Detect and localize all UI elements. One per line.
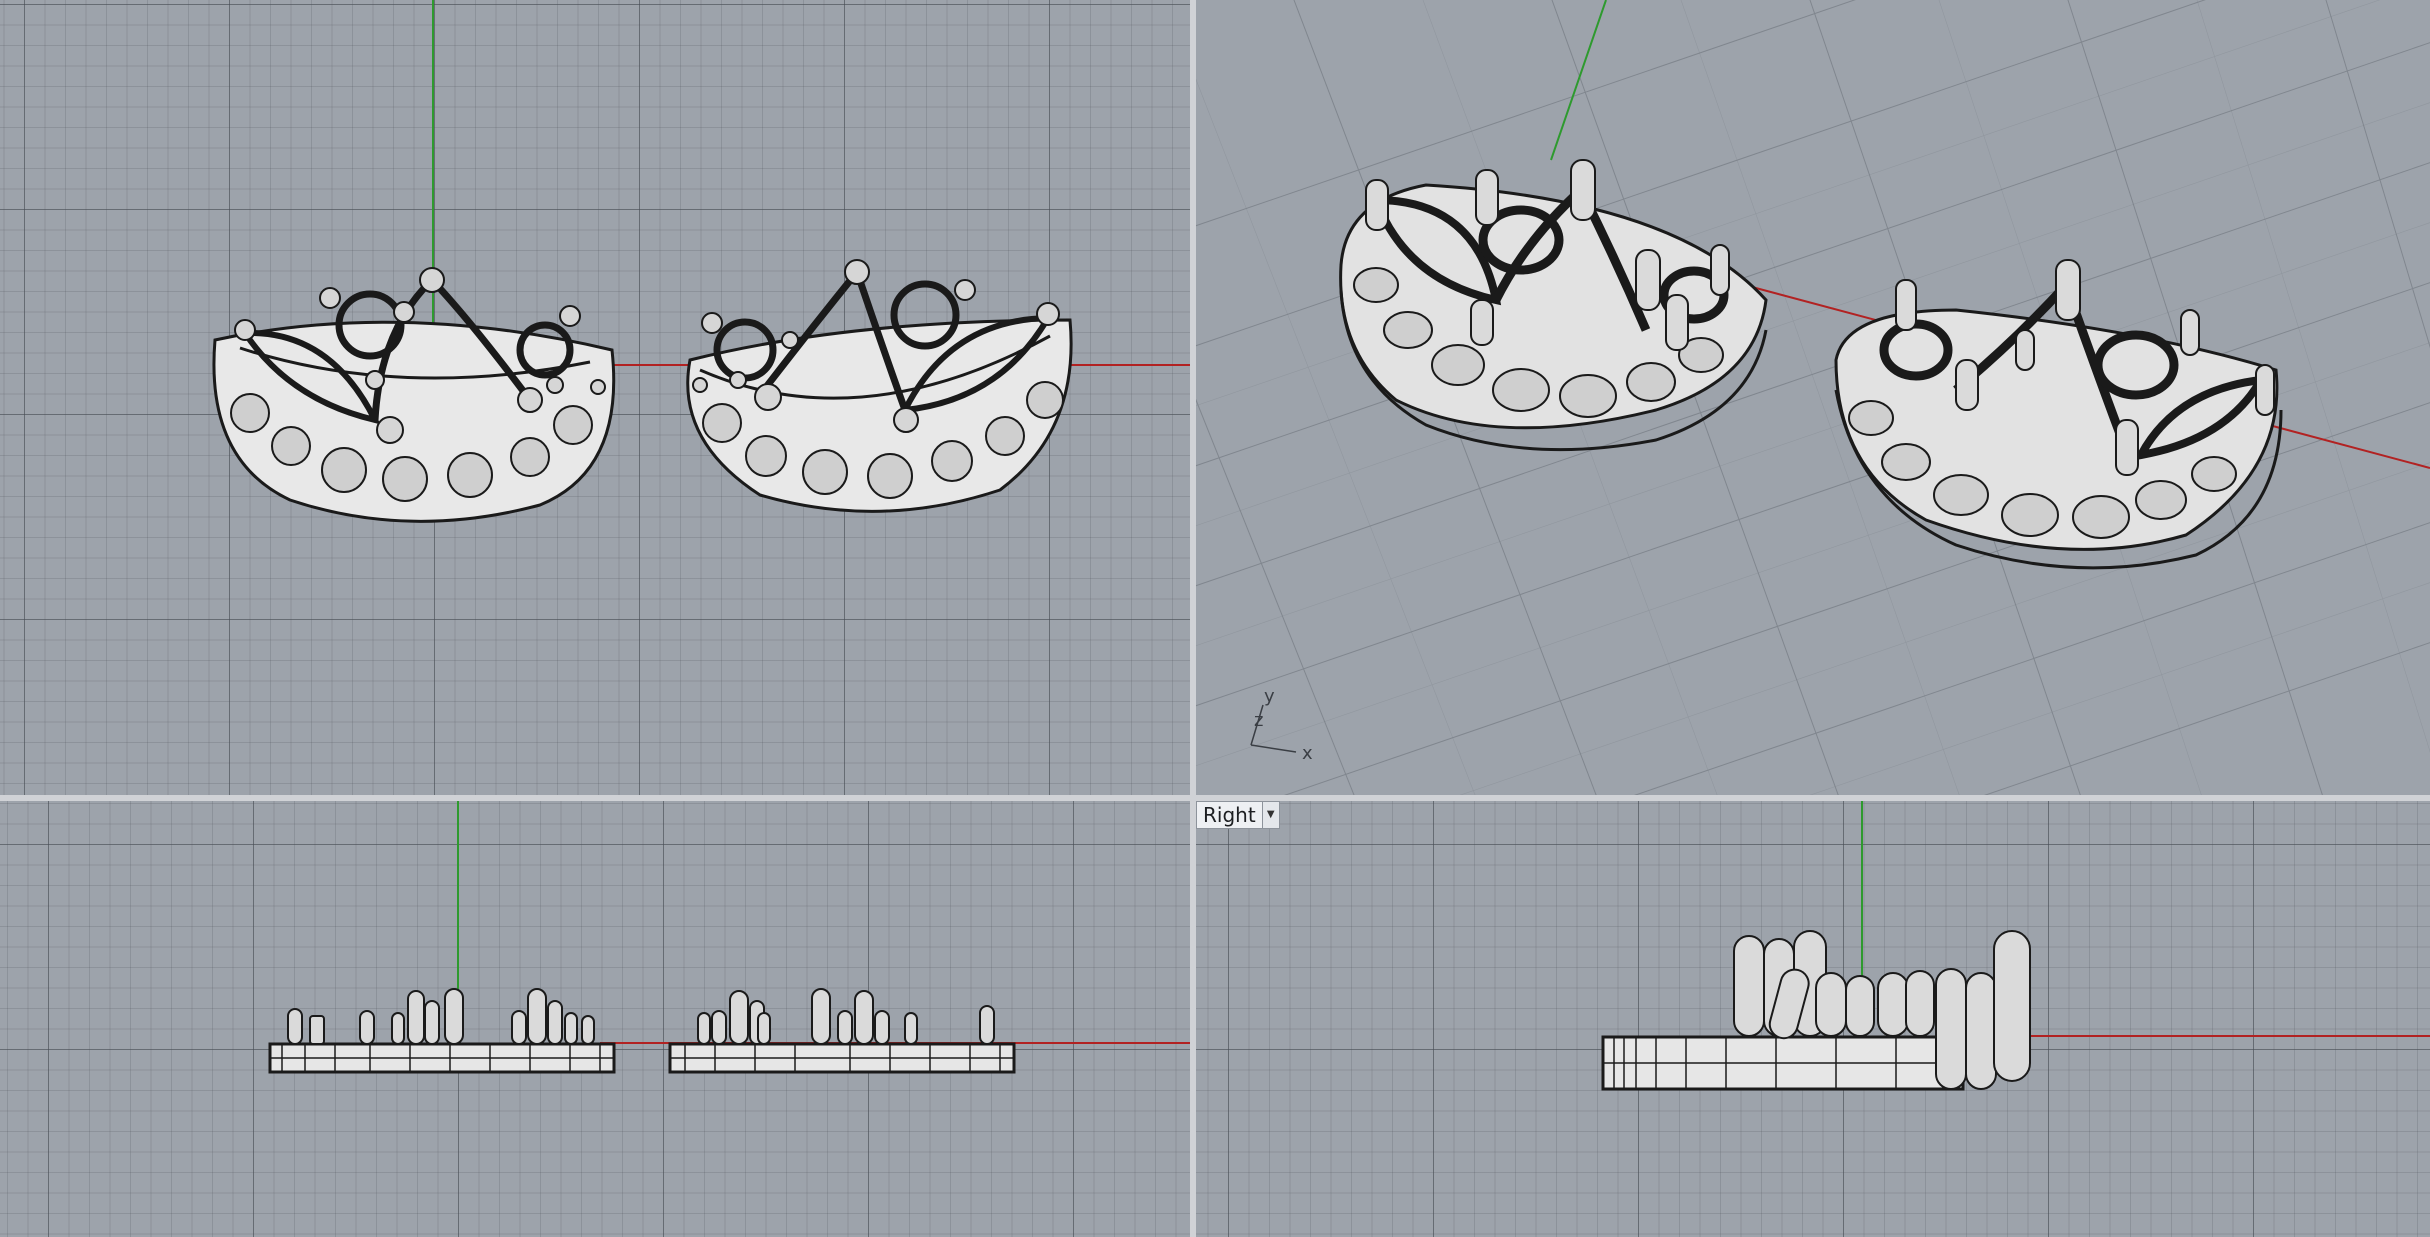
earring-left-front[interactable] — [268, 988, 616, 1074]
axis-triad: x y z — [1250, 686, 1313, 764]
viewport-top[interactable] — [0, 0, 1190, 795]
earring-right-persp[interactable] — [1834, 259, 2283, 570]
top-view-scene — [212, 0, 1190, 523]
earring-left-top[interactable] — [212, 267, 616, 523]
earring-right-front[interactable] — [668, 988, 1016, 1074]
axis-label-x: x — [1302, 743, 1313, 764]
viewport-perspective[interactable]: x y z — [1196, 0, 2430, 795]
axis-label-y: y — [1264, 686, 1275, 707]
earring-right-top[interactable] — [686, 259, 1073, 513]
axis-label-z: z — [1254, 710, 1263, 731]
viewport-front[interactable] — [0, 801, 1190, 1237]
earring-left-persp[interactable] — [1339, 159, 1768, 452]
earring-right-side[interactable] — [1601, 930, 2031, 1091]
front-view-scene — [268, 801, 1190, 1074]
right-view-scene — [1601, 801, 2430, 1091]
y-axis-line — [1550, 0, 1607, 161]
viewport-right[interactable]: Right ▼ — [1196, 801, 2430, 1237]
perspective-view-scene: x y z — [1196, 0, 2430, 795]
